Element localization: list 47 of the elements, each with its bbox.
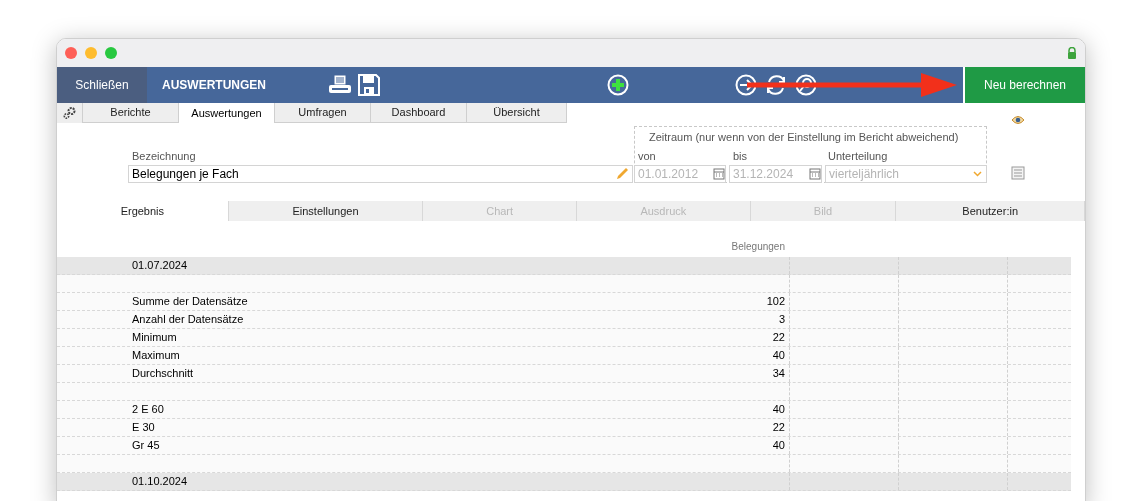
lock-icon	[1067, 47, 1077, 59]
subtab[interactable]: Ergebnis	[57, 201, 229, 221]
value-cell-text: 3	[778, 312, 785, 328]
division-label: Unterteilung	[828, 149, 888, 164]
name-label: Bezeichnung	[132, 149, 196, 164]
value-cell-text: 22	[772, 420, 785, 436]
recalculate-button[interactable]: Neu berechnen	[963, 67, 1085, 103]
calendar-icon[interactable]	[809, 168, 821, 180]
search-icon[interactable]	[795, 74, 817, 96]
row-label: Gr 45	[132, 438, 160, 454]
value-cell-text: 102	[766, 294, 785, 310]
add-icon[interactable]	[607, 74, 629, 96]
subtab[interactable]: Benutzer:in	[896, 201, 1085, 221]
chevron-down-icon	[973, 171, 982, 177]
row-label: Summe der Datensätze	[132, 294, 248, 310]
row-label: Anzahl der Datensätze	[132, 312, 244, 328]
row-label: Durchschnitt	[132, 366, 194, 382]
arrow-right-icon[interactable]	[735, 74, 757, 96]
printer-icon[interactable]	[328, 74, 352, 96]
name-field[interactable]: Belegungen je Fach	[128, 165, 633, 183]
close-button[interactable]: Schließen	[57, 67, 147, 103]
row-label: 2 E 60	[132, 402, 164, 418]
subtab[interactable]: Einstellungen	[228, 201, 424, 221]
calendar-icon[interactable]	[713, 168, 725, 180]
from-label: von	[638, 149, 656, 164]
row-label: E 30	[132, 420, 155, 436]
tab[interactable]: Dashboard	[371, 103, 467, 123]
tab[interactable]: Umfragen	[275, 103, 371, 123]
to-label: bis	[733, 149, 748, 164]
column-header: Belegungen	[730, 240, 785, 254]
value-cell-text: 40	[772, 402, 785, 418]
period-title: Zeitraum (nur wenn von der Einstellung im Bericht abweichend)	[649, 130, 959, 145]
value-cell-text: 40	[772, 348, 785, 364]
save-icon[interactable]	[358, 74, 380, 96]
toolbar-title: AUSWERTUNGEN	[162, 77, 266, 94]
row-label: Maximum	[132, 348, 180, 364]
value-cell-text: 40	[772, 438, 785, 454]
group-date: 01.10.2024	[132, 474, 188, 490]
tab[interactable]: Berichte	[83, 103, 179, 123]
value-cell-text: 22	[772, 330, 785, 346]
refresh-icon[interactable]	[765, 74, 787, 96]
eye-icon[interactable]	[1011, 115, 1025, 125]
close-window-icon[interactable]	[65, 47, 77, 59]
value-cell-text: 34	[772, 366, 785, 382]
row-label: Minimum	[132, 330, 177, 346]
group-date: 01.07.2024	[132, 258, 188, 274]
tab[interactable]: Übersicht	[467, 103, 567, 123]
